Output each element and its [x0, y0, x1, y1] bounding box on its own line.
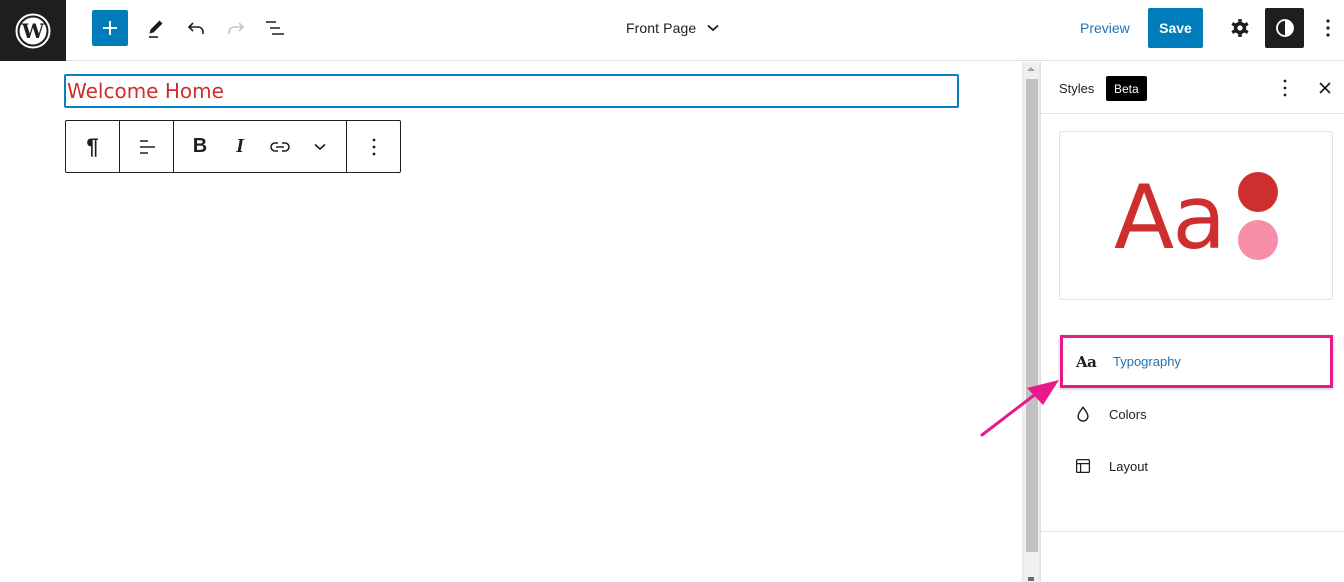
- wordpress-icon: W: [15, 13, 51, 48]
- pencil-icon: [149, 20, 163, 38]
- nav-item-colors[interactable]: Colors: [1059, 388, 1333, 440]
- preview-color-swatch-secondary: [1238, 220, 1278, 260]
- beta-badge: Beta: [1106, 76, 1147, 101]
- formatting-group: B I: [174, 121, 347, 172]
- scroll-thumb[interactable]: [1026, 79, 1038, 552]
- sidebar-title: Styles: [1059, 81, 1095, 96]
- editor-header: W Front Page Preview Save: [0, 0, 1344, 61]
- wordpress-logo-button[interactable]: W: [0, 0, 66, 61]
- nav-item-label: Typography: [1113, 354, 1181, 369]
- canvas-scrollbar[interactable]: [1022, 62, 1040, 582]
- sidebar-more-button[interactable]: [1273, 76, 1297, 100]
- more-options-button[interactable]: [1314, 12, 1342, 44]
- redo-button[interactable]: [220, 12, 252, 44]
- link-button[interactable]: [260, 121, 300, 172]
- redo-icon: [228, 22, 245, 34]
- italic-icon: I: [236, 135, 244, 157]
- gear-icon: [1231, 19, 1249, 37]
- droplet-icon: [1059, 404, 1091, 424]
- document-title: Front Page: [626, 20, 697, 36]
- vertical-ellipsis-icon: [372, 138, 375, 155]
- align-button[interactable]: [120, 121, 173, 172]
- styles-nav-list: Aa Typography Colors Layout: [1059, 335, 1333, 492]
- layout-icon: [1059, 456, 1091, 476]
- alignment-group: [120, 121, 174, 172]
- options-group: [347, 121, 400, 172]
- document-title-dropdown[interactable]: Front Page: [626, 14, 720, 42]
- scroll-up-arrow[interactable]: [1027, 67, 1035, 71]
- block-toolbar: ¶ B I: [65, 120, 401, 173]
- add-block-button[interactable]: [92, 10, 128, 46]
- list-view-button[interactable]: [259, 12, 291, 44]
- paragraph-transform-button[interactable]: ¶: [66, 121, 119, 172]
- preview-color-swatch-primary: [1238, 172, 1278, 212]
- preview-typography-sample: Aa: [1114, 166, 1226, 269]
- paragraph-icon: ¶: [86, 133, 99, 159]
- chevron-down-icon: [314, 143, 326, 150]
- sidebar-close-button[interactable]: [1313, 76, 1337, 100]
- sidebar-divider: [1041, 531, 1344, 532]
- contrast-icon: [1275, 19, 1294, 37]
- save-button[interactable]: Save: [1148, 8, 1203, 48]
- bold-icon: B: [192, 135, 208, 157]
- plus-icon: [103, 21, 117, 35]
- styles-button[interactable]: [1265, 8, 1304, 48]
- nav-item-layout[interactable]: Layout: [1059, 440, 1333, 492]
- nav-item-label: Layout: [1109, 458, 1149, 474]
- block-options-button[interactable]: [347, 121, 400, 172]
- more-formatting-button[interactable]: [300, 121, 340, 172]
- typography-icon: Aa: [1076, 352, 1097, 371]
- preview-button[interactable]: Preview: [1072, 14, 1138, 42]
- sidebar-header: Styles Beta: [1041, 62, 1344, 114]
- link-icon: [270, 141, 290, 152]
- chevron-down-icon: [707, 24, 719, 32]
- style-preview-card[interactable]: Aa: [1059, 131, 1333, 300]
- block-type-group: ¶: [66, 121, 120, 172]
- settings-button[interactable]: [1224, 12, 1256, 44]
- bold-button[interactable]: B: [180, 121, 220, 172]
- nav-item-typography[interactable]: Aa Typography: [1060, 335, 1333, 388]
- svg-text:W: W: [21, 19, 45, 43]
- italic-button[interactable]: I: [220, 121, 260, 172]
- close-icon: [1319, 82, 1331, 94]
- editor-canvas: Welcome Home ¶ B I: [0, 62, 1024, 582]
- scroll-down-arrow[interactable]: [1028, 577, 1034, 581]
- align-left-icon: [139, 139, 155, 154]
- undo-button[interactable]: [180, 12, 212, 44]
- nav-item-label: Colors: [1109, 406, 1147, 422]
- undo-icon: [187, 22, 204, 34]
- vertical-ellipsis-icon: [1283, 79, 1287, 97]
- heading-block[interactable]: Welcome Home: [64, 74, 959, 108]
- list-view-icon: [266, 21, 284, 35]
- edit-tool-button[interactable]: [140, 12, 172, 44]
- styles-sidebar: Styles Beta Aa Aa Typography Colors Layo…: [1040, 62, 1344, 582]
- vertical-ellipsis-icon: [1326, 19, 1330, 37]
